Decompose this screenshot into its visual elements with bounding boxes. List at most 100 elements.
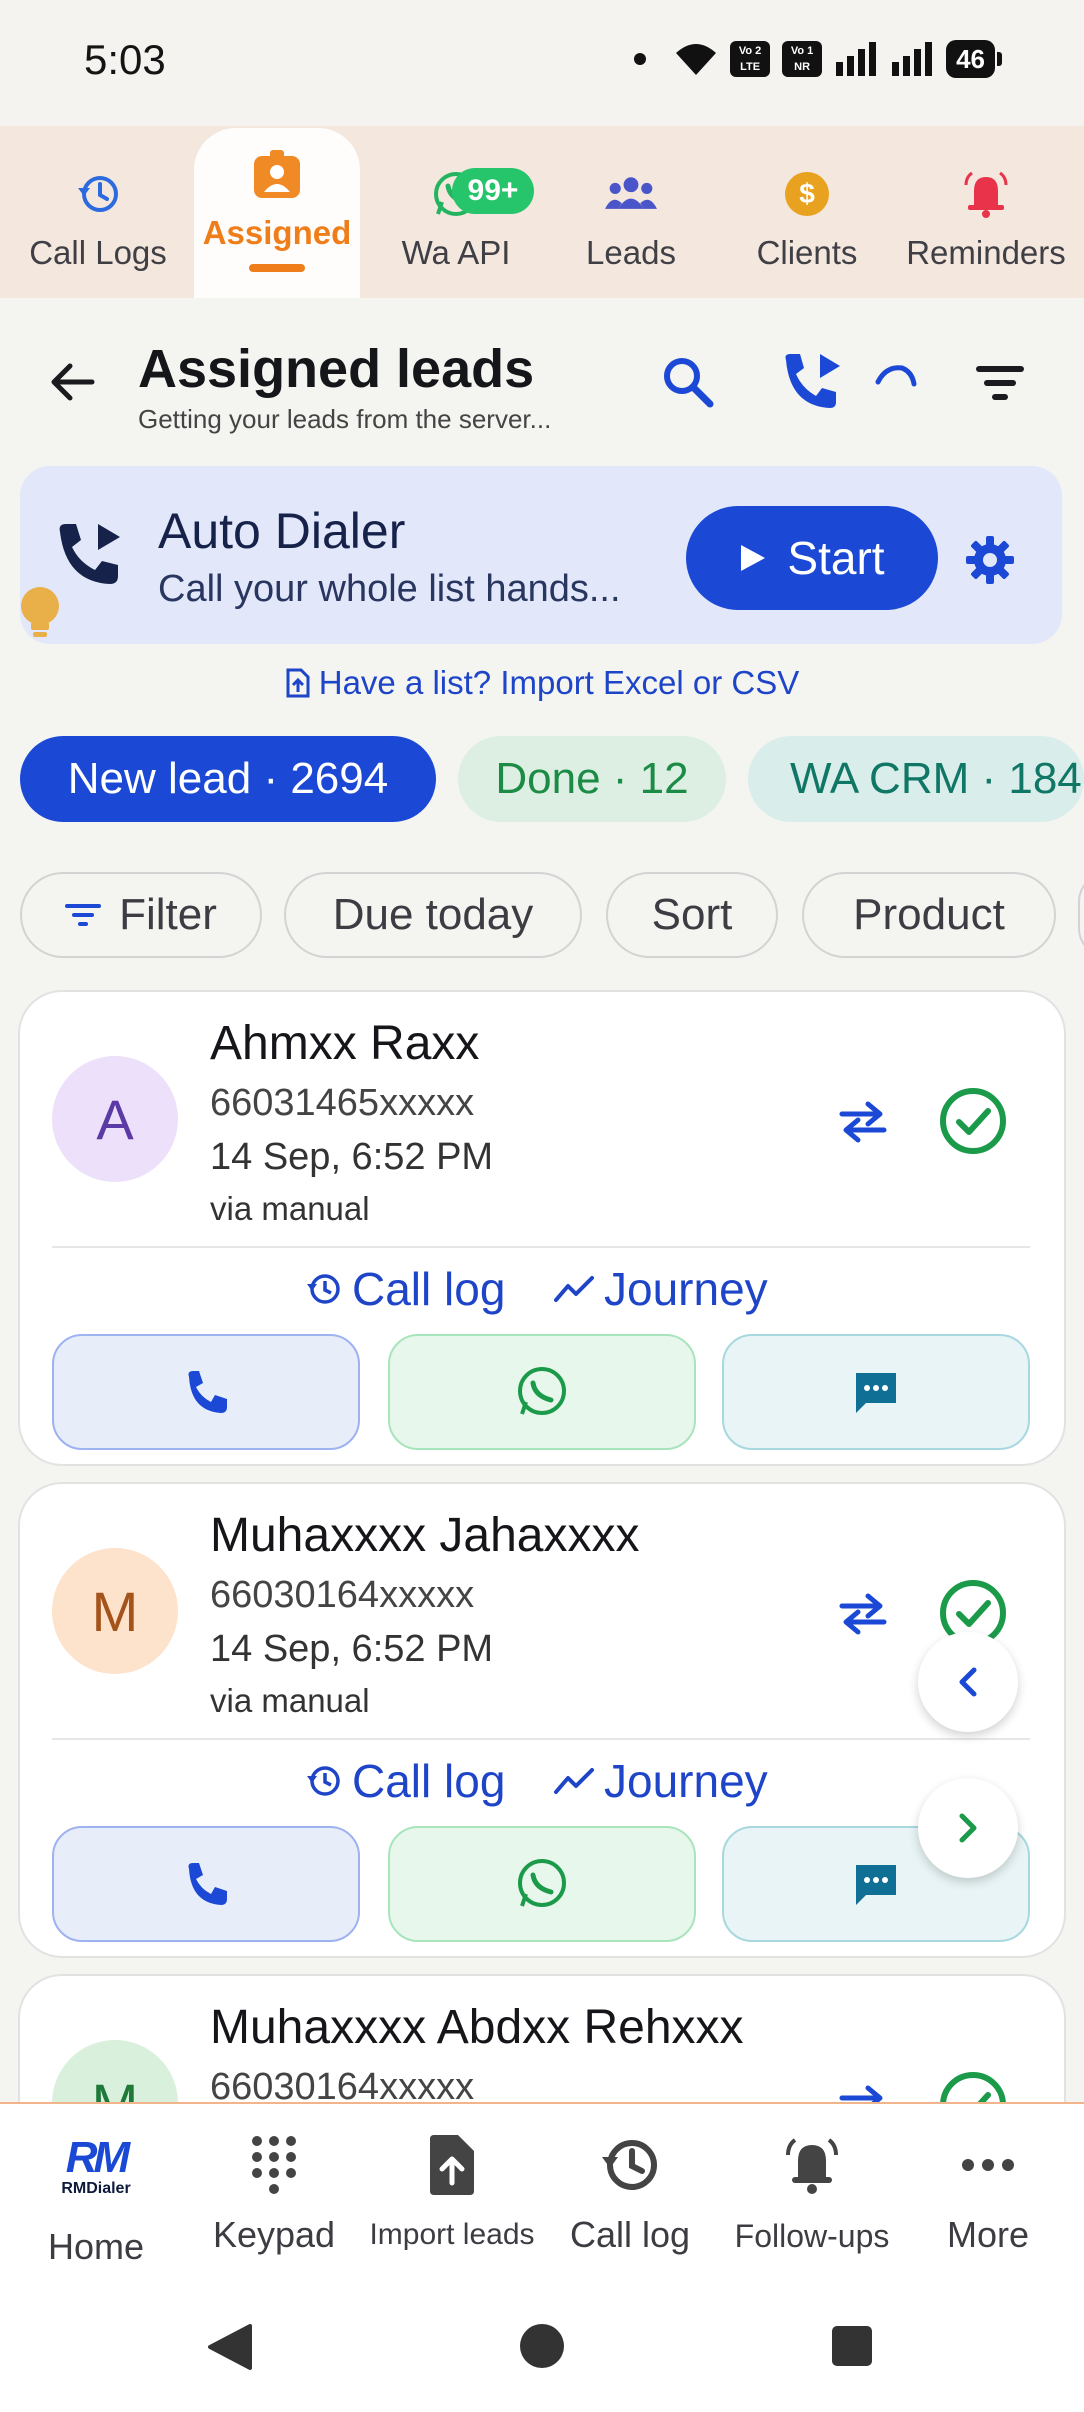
history-icon	[307, 1766, 340, 1796]
tab-assigned[interactable]: Assigned	[194, 128, 360, 298]
previous-page-button[interactable]	[918, 1632, 1018, 1732]
chevron-left-icon	[959, 1667, 977, 1697]
nav-label: Home	[47, 2226, 145, 2267]
card-divider	[52, 1738, 1030, 1740]
rmdialer-logo: RM RMDialer	[61, 2133, 131, 2198]
nav-label: Follow-ups	[734, 2218, 890, 2254]
unread-badge: 99+	[452, 168, 534, 214]
bell-icon	[782, 2130, 842, 2200]
more-icon	[960, 2130, 1016, 2200]
message-icon	[856, 1373, 896, 1413]
tab-reminders[interactable]: Reminders	[896, 126, 1076, 298]
lead-name: Ahmxx Raxx	[210, 1017, 480, 1070]
chip-wa-crm[interactable]: WA CRM · 1849	[748, 736, 1084, 822]
avatar: M	[52, 1548, 178, 1674]
nav-call-log[interactable]: Call log	[540, 2130, 720, 2256]
mark-done-check-icon[interactable]	[938, 1086, 1010, 1158]
system-home-icon[interactable]	[518, 2322, 566, 2370]
page-subtitle: Getting your leads from the server...	[138, 404, 552, 434]
wifi-icon	[676, 44, 717, 75]
sim1-volte-icon: Vo 2 LTE	[730, 41, 771, 77]
journey-link[interactable]: Journey	[554, 1754, 768, 1808]
signal-1-icon	[836, 42, 877, 76]
loading-spinner-icon	[872, 362, 920, 402]
signal-2-icon	[892, 42, 933, 76]
page-title: Assigned leads	[138, 339, 535, 399]
search-icon[interactable]	[660, 354, 718, 412]
tab-label: Clients	[756, 234, 858, 271]
call-button[interactable]	[52, 1826, 360, 1942]
tab-label: Reminders	[906, 234, 1066, 271]
nav-more[interactable]: More	[898, 2130, 1078, 2256]
nav-label: Import leads	[369, 2218, 535, 2251]
active-tab-indicator	[249, 264, 305, 272]
lead-time: 14 Sep, 6:52 PM	[210, 1136, 494, 1178]
status-icons: Vo 2 LTE Vo 1 NR 46	[634, 40, 1002, 78]
message-icon	[856, 1865, 896, 1905]
trend-icon	[554, 1276, 594, 1302]
import-excel-link[interactable]: Have a list? Import Excel or CSV	[0, 664, 1084, 702]
call-log-link[interactable]: Call log	[304, 1754, 505, 1808]
filter-chip[interactable]: Filter	[20, 872, 262, 958]
start-button-label: Start	[787, 532, 885, 584]
chip-new-lead[interactable]: New lead · 2694	[20, 736, 436, 822]
product-chip[interactable]: Product	[802, 872, 1056, 958]
back-arrow-icon[interactable]	[44, 354, 106, 410]
chip-done[interactable]: Done · 12	[458, 736, 726, 822]
nav-label: Call log	[569, 2214, 691, 2255]
history-icon	[307, 1274, 340, 1304]
group-icon	[605, 168, 657, 220]
tab-label: Call Logs	[29, 234, 167, 271]
whatsapp-button[interactable]	[388, 1334, 696, 1450]
settings-gear-icon[interactable]	[962, 532, 1018, 588]
nav-label: More	[946, 2214, 1030, 2255]
auto-dialer-subtitle: Call your whole list hands...	[158, 568, 621, 610]
tab-call-logs[interactable]: Call Logs	[0, 126, 196, 298]
auto-dialer-phone-icon	[54, 520, 132, 592]
nav-import-leads[interactable]: Import leads	[362, 2130, 542, 2252]
bell-icon	[960, 168, 1012, 220]
sort-chip[interactable]: Sort	[606, 872, 778, 958]
mark-done-check-icon[interactable]	[938, 2070, 1010, 2106]
sim2-volte-icon: Vo 1 NR	[782, 41, 823, 77]
call-button[interactable]	[52, 1334, 360, 1450]
lead-source: via manual	[210, 1682, 370, 1719]
start-button[interactable]: Start	[686, 506, 938, 610]
play-icon	[741, 545, 766, 571]
keypad-icon	[249, 2130, 299, 2200]
call-log-link[interactable]: Call log	[304, 1262, 505, 1316]
transfer-icon[interactable]	[838, 1592, 890, 1636]
filter-list-icon[interactable]	[974, 358, 1030, 408]
status-time: 5:03	[84, 36, 166, 83]
transfer-icon[interactable]	[838, 1100, 890, 1144]
lead-phone: 66030164xxxxx	[210, 1574, 475, 1616]
lead-time: 14 Sep, 6:52 PM	[210, 1628, 494, 1670]
history-icon	[600, 2130, 660, 2200]
nav-follow-ups[interactable]: Follow-ups	[722, 2130, 902, 2255]
tab-label: Assigned	[202, 214, 352, 251]
nav-home[interactable]: RM RMDialer Home	[6, 2128, 186, 2268]
tab-label: Leads	[586, 234, 676, 271]
next-page-button[interactable]	[918, 1778, 1018, 1878]
whatsapp-icon	[518, 1859, 566, 1907]
tab-clients[interactable]: $ Clients	[718, 126, 896, 298]
card-divider	[52, 1246, 1030, 1248]
nav-keypad[interactable]: Keypad	[184, 2130, 364, 2256]
tab-label: Wa API	[401, 234, 511, 271]
lightbulb-icon	[18, 586, 62, 642]
notification-dot-icon	[634, 53, 647, 65]
system-back-icon[interactable]	[206, 2322, 256, 2374]
phone-icon	[188, 1371, 227, 1413]
auto-call-icon[interactable]	[780, 350, 852, 416]
system-recents-icon[interactable]	[830, 2324, 874, 2368]
file-upload-icon	[286, 668, 310, 698]
auto-dialer-title: Auto Dialer	[158, 503, 406, 559]
due-today-chip[interactable]: Due today	[284, 872, 582, 958]
lead-name: Muhaxxxx Jahaxxxx	[210, 1509, 640, 1562]
battery-tip	[997, 52, 1002, 66]
tab-leads[interactable]: Leads	[546, 126, 716, 298]
whatsapp-button[interactable]	[388, 1826, 696, 1942]
sms-button[interactable]	[722, 1334, 1030, 1450]
badge-icon	[251, 148, 303, 200]
journey-link[interactable]: Journey	[554, 1262, 768, 1316]
